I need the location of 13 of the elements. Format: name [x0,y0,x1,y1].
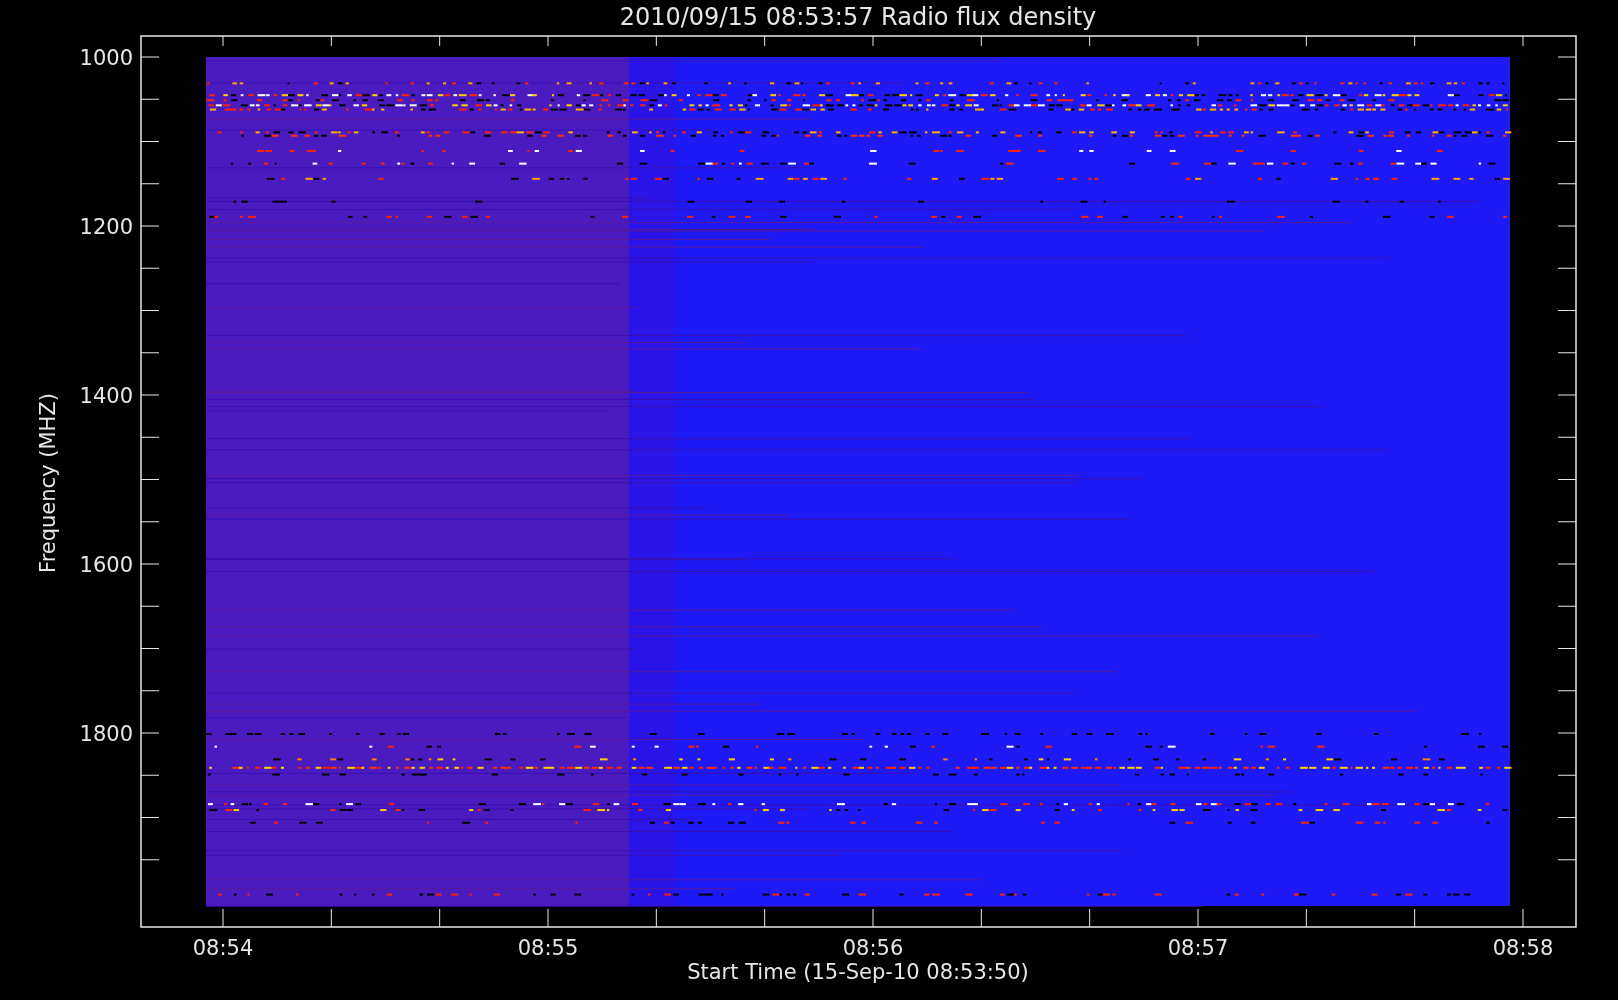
axis-tick-label: 08:56 [842,936,904,960]
axis-tick-label: 1200 [79,215,133,239]
chart-title: 2010/09/15 08:53:57 Radio flux density [619,3,1097,31]
axis-tick-label: 08:58 [1492,936,1554,960]
axis-tick-label: 08:54 [192,936,254,960]
axis-tick-label: 08:57 [1167,936,1229,960]
axis-tick-label: 1400 [79,384,133,408]
axis-tick-label: 1800 [79,722,133,746]
axis-label: Start Time (15-Sep-10 08:53:50) [687,960,1029,984]
axis-tick-label: 08:55 [517,936,579,960]
axis-label: Frequency (MHZ) [36,393,60,573]
axis-tick-label: 1000 [79,46,133,70]
axis-tick-label: 1600 [79,553,133,577]
